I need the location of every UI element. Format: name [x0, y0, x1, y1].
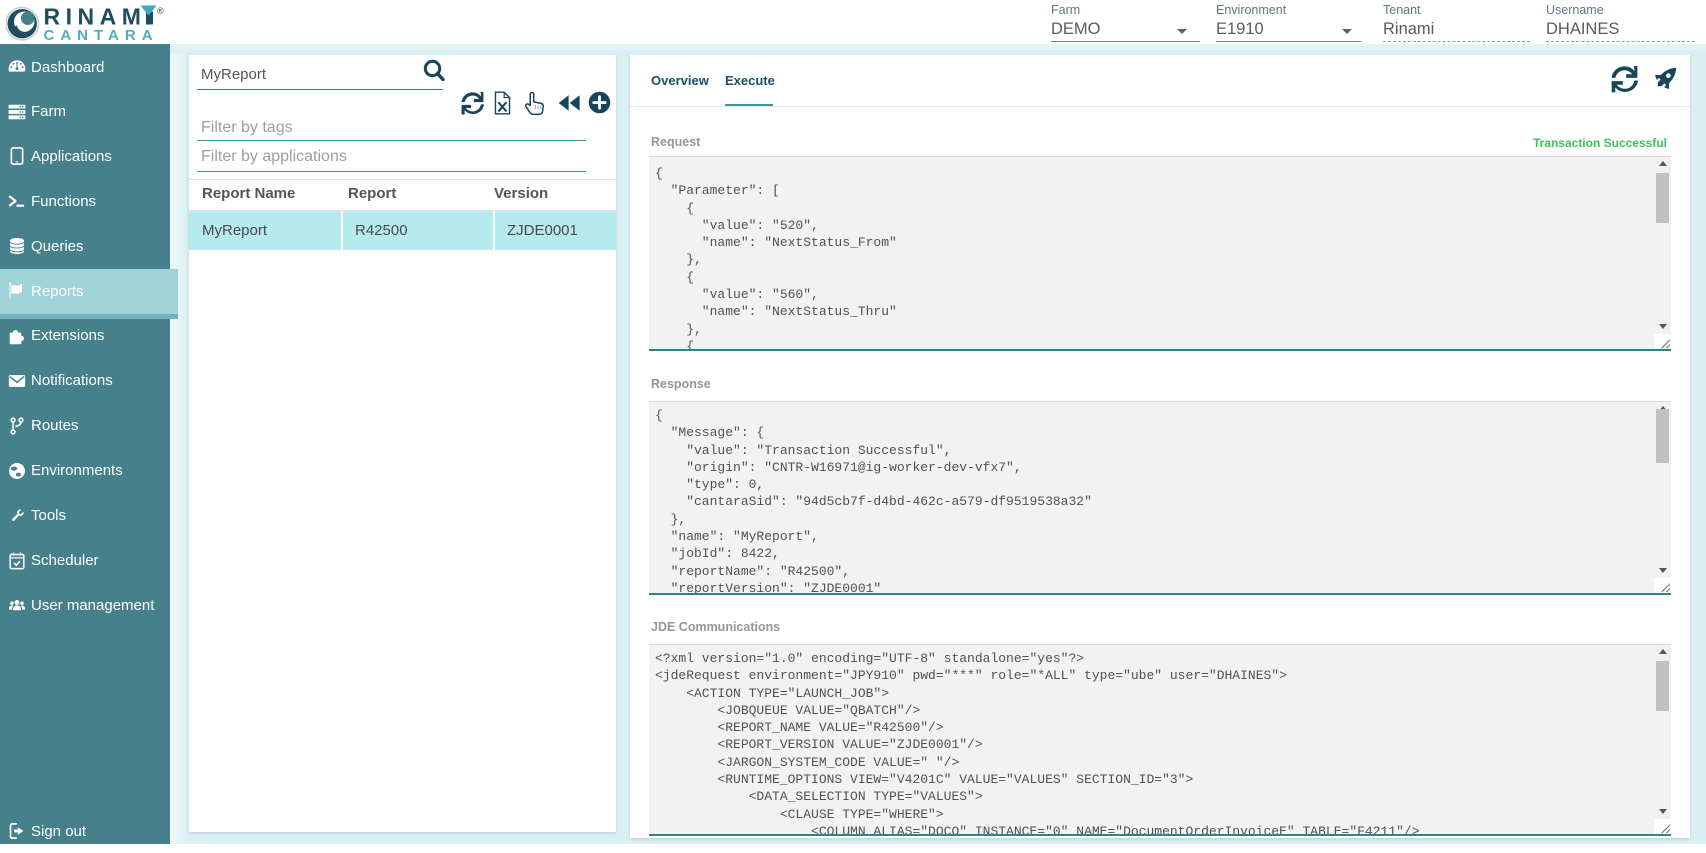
svg-text:RINAM: RINAM	[44, 4, 147, 30]
svg-text:®: ®	[157, 6, 164, 16]
svg-text:CANTARA: CANTARA	[44, 27, 159, 43]
